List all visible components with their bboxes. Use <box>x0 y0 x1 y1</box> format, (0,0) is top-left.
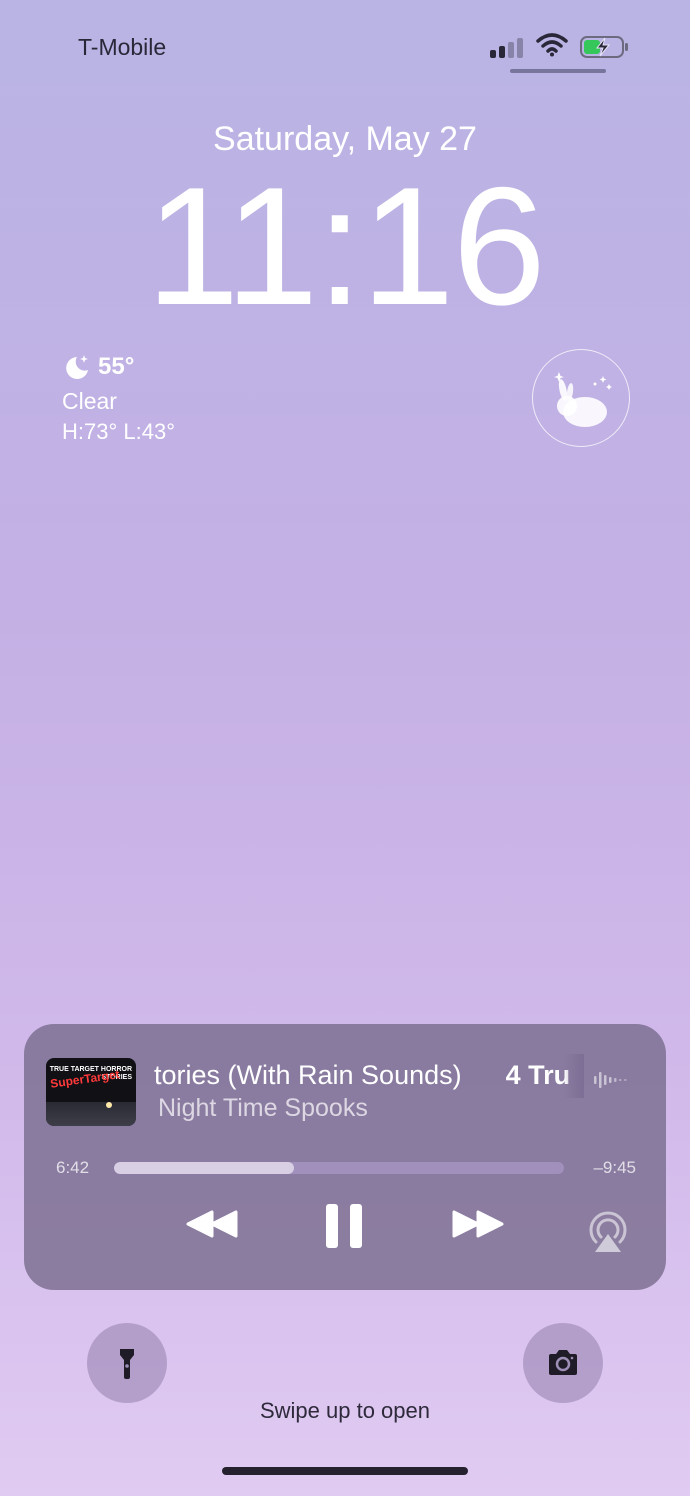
track-subtitle: Night Time Spooks <box>158 1094 368 1122</box>
elapsed-time: 6:42 <box>56 1158 90 1177</box>
weather-condition: Clear <box>62 388 117 414</box>
camera-button[interactable] <box>523 1323 603 1403</box>
track-title-marquee: tories (With Rain Sounds) 4 Tru <box>154 1058 578 1094</box>
weather-widget[interactable]: 55° Clear H:73° L:43° <box>62 352 175 445</box>
track-title-next: 4 Tru <box>505 1060 571 1090</box>
track-title: tories (With Rain Sounds) <box>154 1060 462 1090</box>
weather-high-low: H:73° L:43° <box>62 419 175 444</box>
fast-forward-icon[interactable] <box>450 1208 506 1240</box>
carrier-label: T-Mobile <box>78 34 167 60</box>
lockscreen-time: 11:16 <box>146 152 546 340</box>
pause-icon[interactable] <box>324 1202 364 1250</box>
cellular-signal-icon <box>490 36 526 58</box>
sleep-rabbit-icon <box>554 372 612 427</box>
playback-progress-fill <box>114 1162 294 1174</box>
flashlight-icon <box>120 1349 134 1379</box>
battery-charging-icon <box>580 36 628 58</box>
wifi-icon <box>536 33 568 57</box>
swipe-hint: Swipe up to open <box>259 1398 431 1423</box>
remaining-time: –9:45 <box>593 1158 636 1177</box>
moon-stars-icon <box>66 355 88 379</box>
album-artwork[interactable]: TRUE TARGET HORROR STORIES SuperTarget <box>46 1058 136 1126</box>
waveform-icon <box>594 1072 627 1088</box>
sleep-widget[interactable] <box>532 349 630 447</box>
flashlight-button[interactable] <box>87 1323 167 1403</box>
title-fade <box>564 1054 584 1098</box>
rewind-icon[interactable] <box>184 1208 240 1240</box>
weather-temperature: 55° <box>98 353 135 380</box>
camera-icon <box>549 1350 577 1375</box>
playback-scrubber[interactable] <box>114 1162 564 1174</box>
home-indicator[interactable] <box>222 1467 468 1475</box>
airplay-icon[interactable] <box>586 1210 630 1254</box>
status-bar-underline <box>510 69 606 73</box>
now-playing-widget[interactable]: TRUE TARGET HORROR STORIES SuperTarget t… <box>24 1024 666 1290</box>
